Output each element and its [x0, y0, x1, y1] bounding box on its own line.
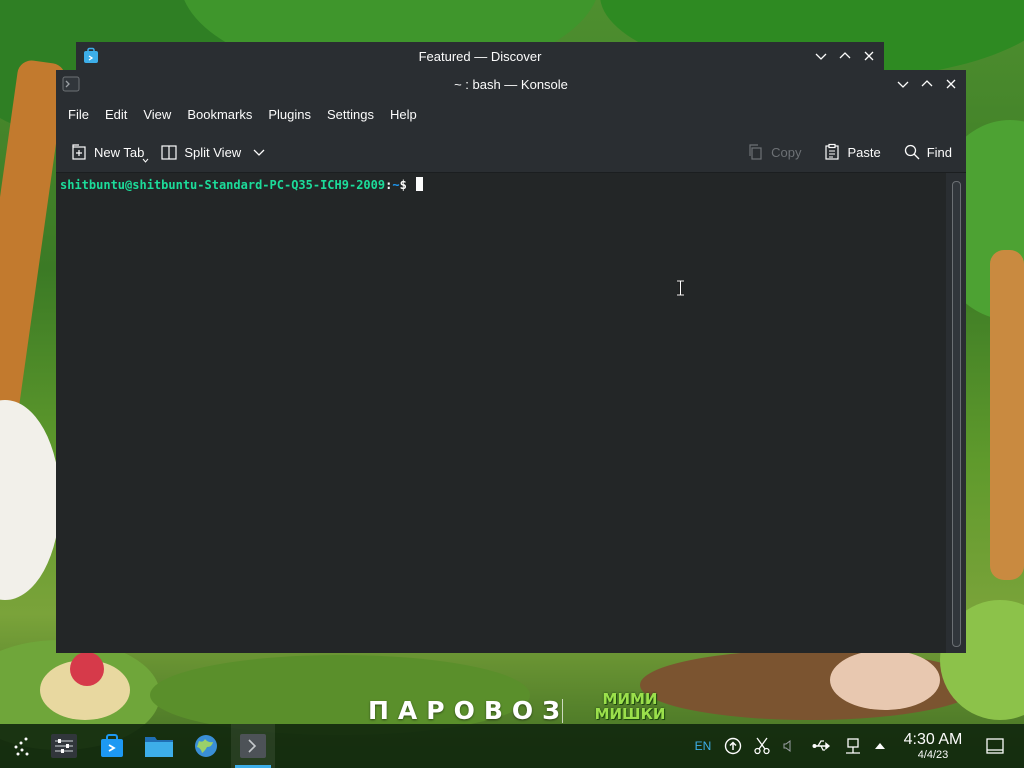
- arrow-up-icon: [875, 743, 885, 749]
- shell-prompt: shitbuntu@shitbuntu-Standard-PC-Q35-ICH9…: [60, 177, 424, 192]
- terminal-cursor: [416, 177, 424, 191]
- main-toolbar: New Tab Split View Copy Paste Find: [56, 132, 966, 173]
- close-icon: [946, 79, 956, 89]
- terminal-area[interactable]: shitbuntu@shitbuntu-Standard-PC-Q35-ICH9…: [56, 173, 946, 653]
- split-view-icon: [161, 145, 177, 160]
- chevron-down-icon: [815, 53, 827, 60]
- discover-icon: [101, 734, 123, 757]
- paste-button[interactable]: Paste: [817, 139, 886, 165]
- terminal-icon: [240, 734, 266, 758]
- new-tab-icon: [72, 144, 86, 160]
- volume-tray-item[interactable]: [780, 736, 796, 756]
- paravoz-logo: ПАРОВОЗ: [368, 696, 569, 725]
- mimimishki-logo: МИМИ МИШКИ: [584, 692, 676, 722]
- keyboard-layout-indicator[interactable]: EN: [692, 736, 714, 756]
- konsole-window[interactable]: ~ : bash — Konsole File Edit View Bookma…: [56, 70, 966, 653]
- globe-icon: [195, 735, 217, 757]
- menu-bookmarks[interactable]: Bookmarks: [179, 98, 260, 132]
- launcher-icon: [14, 737, 29, 756]
- konsole-titlebar[interactable]: ~ : bash — Konsole: [56, 70, 966, 98]
- usb-devices-tray-item[interactable]: [812, 736, 832, 756]
- paste-label: Paste: [847, 144, 881, 160]
- clock-time[interactable]: 4:30 AM: [898, 731, 968, 749]
- menu-help[interactable]: Help: [382, 98, 425, 132]
- clock-date[interactable]: 4/4/23: [898, 749, 968, 761]
- split-view-button[interactable]: Split View: [154, 139, 271, 165]
- scissors-icon: [754, 737, 770, 755]
- menu-plugins[interactable]: Plugins: [260, 98, 319, 132]
- ibeam-cursor-icon: [677, 280, 684, 296]
- paste-icon: [825, 143, 840, 160]
- menu-file[interactable]: File: [60, 98, 97, 132]
- split-view-label: Split View: [184, 144, 242, 160]
- logo-separator: [562, 699, 563, 723]
- taskbar-web-browser[interactable]: [184, 724, 228, 768]
- folder-icon: [145, 737, 173, 757]
- maximize-button[interactable]: [836, 47, 854, 65]
- speaker-muted-icon: [783, 740, 791, 752]
- taskbar-system-settings[interactable]: [42, 724, 86, 768]
- minimize-button[interactable]: [812, 47, 830, 65]
- menu-bar: File Edit View Bookmarks Plugins Setting…: [56, 98, 966, 132]
- close-icon: [864, 51, 874, 61]
- desktop-icon: [986, 738, 1004, 754]
- discover-window[interactable]: Featured — Discover: [76, 42, 884, 72]
- chevron-up-icon: [839, 52, 851, 59]
- updates-tray-item[interactable]: [723, 736, 743, 756]
- copy-button[interactable]: Copy: [741, 139, 807, 165]
- chevron-down-icon: [253, 149, 265, 156]
- discover-window-title: Featured — Discover: [418, 49, 542, 64]
- clipboard-tray-item[interactable]: [752, 736, 772, 756]
- network-wired-icon: [846, 738, 860, 754]
- usb-icon: [812, 740, 831, 751]
- konsole-window-title: ~ : bash — Konsole: [454, 77, 568, 92]
- copy-label: Copy: [771, 144, 802, 160]
- prompt-symbol: $: [399, 178, 407, 192]
- scrollbar-thumb[interactable]: [952, 181, 961, 647]
- chevron-down-icon: [142, 158, 149, 163]
- chevron-down-icon: [897, 81, 909, 88]
- show-desktop-button[interactable]: [984, 736, 1006, 756]
- update-icon: [724, 737, 742, 755]
- close-button[interactable]: [860, 47, 878, 65]
- taskbar-discover[interactable]: [90, 724, 134, 768]
- new-tab-label: New Tab: [94, 144, 145, 160]
- discover-titlebar[interactable]: Featured — Discover: [76, 42, 884, 70]
- copy-icon: [749, 144, 762, 160]
- search-icon: [904, 144, 920, 160]
- menu-settings[interactable]: Settings: [319, 98, 382, 132]
- menu-edit[interactable]: Edit: [97, 98, 135, 132]
- chevron-up-icon: [921, 80, 933, 87]
- maximize-button[interactable]: [918, 75, 936, 93]
- taskbar-konsole-active[interactable]: [231, 724, 275, 768]
- network-tray-item[interactable]: [843, 736, 863, 756]
- prompt-user-host: shitbuntu@shitbuntu-Standard-PC-Q35-ICH9…: [60, 178, 386, 192]
- close-button[interactable]: [942, 75, 960, 93]
- terminal-scrollbar[interactable]: [946, 173, 966, 653]
- minimize-button[interactable]: [894, 75, 912, 93]
- find-button[interactable]: Find: [897, 139, 958, 165]
- menu-view[interactable]: View: [135, 98, 179, 132]
- settings-icon: [51, 734, 77, 758]
- app-launcher-button[interactable]: [0, 724, 44, 768]
- new-tab-button[interactable]: New Tab: [64, 139, 150, 165]
- taskbar-file-manager[interactable]: [137, 724, 181, 768]
- find-label: Find: [926, 144, 952, 160]
- prompt-path: ~: [392, 178, 400, 192]
- show-hidden-icons-button[interactable]: [872, 736, 888, 756]
- mimimishki-logo-bottom: МИШКИ: [594, 705, 666, 723]
